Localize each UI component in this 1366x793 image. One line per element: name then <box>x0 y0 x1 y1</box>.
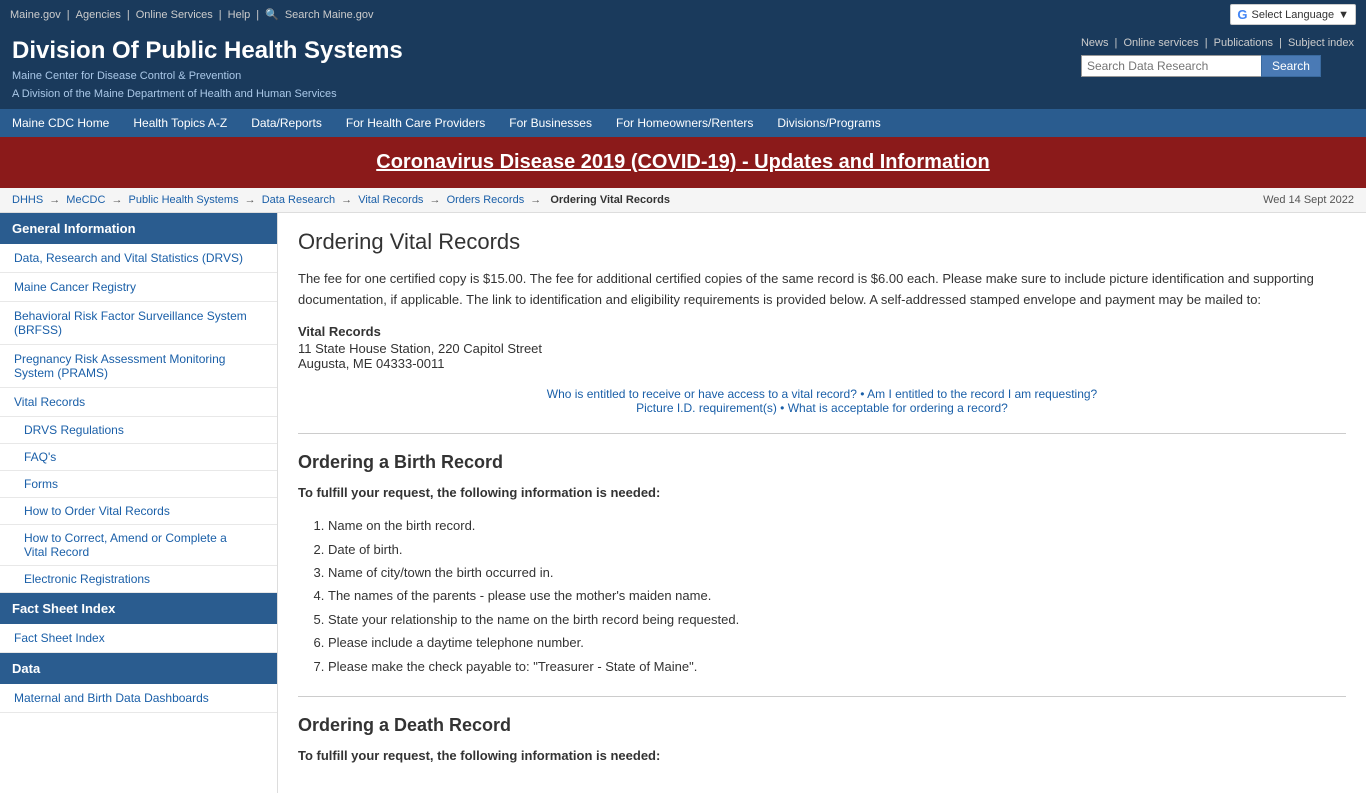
death-record-title: Ordering a Death Record <box>298 715 1346 736</box>
sidebar-item-maternal-birth[interactable]: Maternal and Birth Data Dashboards <box>0 684 277 713</box>
breadcrumb-vital-records[interactable]: Vital Records <box>358 194 423 206</box>
list-item: Please include a daytime telephone numbe… <box>328 631 1346 654</box>
birth-record-title: Ordering a Birth Record <box>298 452 1346 473</box>
site-subtitle2: A Division of the Maine Department of He… <box>12 86 403 103</box>
breadcrumb: DHHS → MeCDC → Public Health Systems → D… <box>12 194 673 206</box>
agencies-link[interactable]: Agencies <box>76 9 121 21</box>
nav-divisions[interactable]: Divisions/Programs <box>765 109 892 137</box>
search-input[interactable] <box>1081 55 1261 77</box>
header-right: News | Online services | Publications | … <box>1081 37 1354 77</box>
search-box: Search <box>1081 55 1354 77</box>
sidebar-item-vital-records[interactable]: Vital Records <box>0 388 277 417</box>
top-bar-right: G Select Language ▼ <box>1230 4 1356 25</box>
nav-bar: Maine CDC Home Health Topics A-Z Data/Re… <box>0 109 1366 137</box>
breadcrumb-public-health[interactable]: Public Health Systems <box>129 194 239 206</box>
divider-2 <box>298 696 1346 697</box>
top-bar-left: Maine.gov | Agencies | Online Services |… <box>10 8 374 21</box>
picture-id-link[interactable]: Picture I.D. requirement(s) • What is ac… <box>298 401 1346 415</box>
sidebar-item-drvs-regulations[interactable]: DRVS Regulations <box>0 417 277 444</box>
breadcrumb-current: Ordering Vital Records <box>550 194 670 206</box>
sidebar-header-general: General Information <box>0 213 277 244</box>
nav-businesses[interactable]: For Businesses <box>497 109 604 137</box>
online-services-link[interactable]: Online Services <box>136 9 213 21</box>
google-translate[interactable]: G Select Language ▼ <box>1230 4 1356 25</box>
sidebar-item-faq[interactable]: FAQ's <box>0 444 277 471</box>
address-line1: 11 State House Station, 220 Capitol Stre… <box>298 341 542 356</box>
breadcrumb-data-research[interactable]: Data Research <box>262 194 335 206</box>
header-links: News | Online services | Publications | … <box>1081 37 1354 49</box>
sidebar-item-drvs[interactable]: Data, Research and Vital Statistics (DRV… <box>0 244 277 273</box>
address-line2: Augusta, ME 04333-0011 <box>298 356 444 371</box>
maine-gov-link[interactable]: Maine.gov <box>10 9 61 21</box>
list-item: Name of city/town the birth occurred in. <box>328 561 1346 584</box>
site-subtitle1: Maine Center for Disease Control & Preve… <box>12 68 403 85</box>
divider-1 <box>298 433 1346 434</box>
subject-index-link[interactable]: Subject index <box>1288 37 1354 49</box>
site-title: Division Of Public Health Systems <box>12 37 403 66</box>
sidebar-item-how-order[interactable]: How to Order Vital Records <box>0 498 277 525</box>
sidebar: General Information Data, Research and V… <box>0 213 278 793</box>
list-item: Please make the check payable to: "Treas… <box>328 655 1346 678</box>
list-item: State your relationship to the name on t… <box>328 608 1346 631</box>
select-language-label: Select Language <box>1252 9 1335 21</box>
publications-link[interactable]: Publications <box>1214 37 1273 49</box>
site-header: Division Of Public Health Systems Maine … <box>0 29 1366 109</box>
sidebar-header-fact-sheet: Fact Sheet Index <box>0 593 277 624</box>
google-g-icon: G <box>1237 7 1247 22</box>
main-layout: General Information Data, Research and V… <box>0 213 1366 793</box>
help-link[interactable]: Help <box>228 9 251 21</box>
breadcrumb-mecdc[interactable]: MeCDC <box>66 194 105 206</box>
nav-health-care-providers[interactable]: For Health Care Providers <box>334 109 497 137</box>
header-left: Division Of Public Health Systems Maine … <box>12 37 403 103</box>
list-item: Date of birth. <box>328 538 1346 561</box>
page-title: Ordering Vital Records <box>298 229 1346 255</box>
vital-record-links: Who is entitled to receive or have acces… <box>298 387 1346 415</box>
birth-record-list: Name on the birth record. Date of birth.… <box>328 514 1346 678</box>
nav-data-reports[interactable]: Data/Reports <box>239 109 334 137</box>
list-item: The names of the parents - please use th… <box>328 584 1346 607</box>
nav-maine-cdc-home[interactable]: Maine CDC Home <box>0 109 121 137</box>
breadcrumb-dhhs[interactable]: DHHS <box>12 194 43 206</box>
death-record-subtitle: To fulfill your request, the following i… <box>298 746 1346 767</box>
content-area: Ordering Vital Records The fee for one c… <box>278 213 1366 793</box>
covid-link[interactable]: Coronavirus Disease 2019 (COVID-19) - Up… <box>376 151 990 173</box>
sidebar-item-prams[interactable]: Pregnancy Risk Assessment Monitoring Sys… <box>0 345 277 388</box>
sidebar-item-electronic-reg[interactable]: Electronic Registrations <box>0 566 277 593</box>
covid-banner: Coronavirus Disease 2019 (COVID-19) - Up… <box>0 137 1366 188</box>
sidebar-item-brfss[interactable]: Behavioral Risk Factor Surveillance Syst… <box>0 302 277 345</box>
search-maine-link[interactable]: Search Maine.gov <box>285 9 374 21</box>
entitlement-link[interactable]: Who is entitled to receive or have acces… <box>298 387 1346 401</box>
news-link[interactable]: News <box>1081 37 1109 49</box>
search-button[interactable]: Search <box>1261 55 1321 77</box>
address-block: Vital Records 11 State House Station, 22… <box>298 324 1346 371</box>
dropdown-arrow: ▼ <box>1338 9 1349 21</box>
nav-health-topics[interactable]: Health Topics A-Z <box>121 109 239 137</box>
intro-text: The fee for one certified copy is $15.00… <box>298 269 1346 311</box>
address-name: Vital Records <box>298 324 1346 339</box>
nav-homeowners[interactable]: For Homeowners/Renters <box>604 109 765 137</box>
date-display: Wed 14 Sept 2022 <box>1263 194 1354 206</box>
online-services-header-link[interactable]: Online services <box>1123 37 1198 49</box>
sidebar-item-forms[interactable]: Forms <box>0 471 277 498</box>
list-item: Name on the birth record. <box>328 514 1346 537</box>
top-bar: Maine.gov | Agencies | Online Services |… <box>0 0 1366 29</box>
sidebar-item-how-correct[interactable]: How to Correct, Amend or Complete a Vita… <box>0 525 277 566</box>
sidebar-item-cancer-registry[interactable]: Maine Cancer Registry <box>0 273 277 302</box>
breadcrumb-bar: DHHS → MeCDC → Public Health Systems → D… <box>0 188 1366 213</box>
sidebar-header-data: Data <box>0 653 277 684</box>
birth-record-subtitle: To fulfill your request, the following i… <box>298 483 1346 504</box>
sidebar-item-fact-sheet-index[interactable]: Fact Sheet Index <box>0 624 277 653</box>
breadcrumb-orders-records[interactable]: Orders Records <box>447 194 525 206</box>
